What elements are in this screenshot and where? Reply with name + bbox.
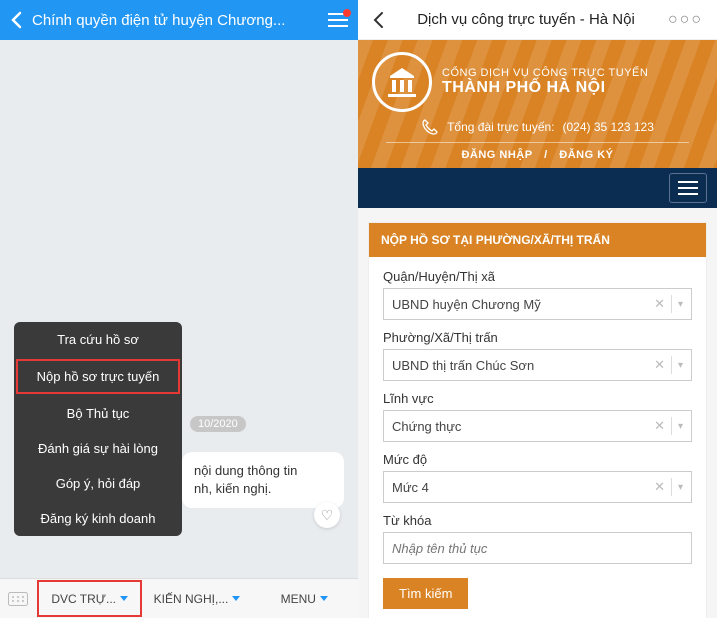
ward-value: UBND thị trấn Chúc Sơn [392,358,534,373]
city-logo-icon [372,52,432,112]
message-line-1: nội dung thông tin [194,463,297,478]
phone-icon [421,118,439,136]
level-select[interactable]: Mức 4 ✕ ▾ [383,471,692,503]
banner-subtitle: CỔNG DỊCH VỤ CÔNG TRỰC TUYẾN [442,67,703,79]
back-icon[interactable] [10,11,22,29]
tab-menu[interactable]: MENU [251,579,358,618]
level-label: Mức độ [383,452,692,467]
page-header: Dịch vụ công trực tuyến - Hà Nội ○○○ [358,0,717,40]
menu-item-nop-ho-so[interactable]: Nộp hồ sơ trực tuyến [16,359,180,394]
popup-menu: Tra cứu hồ sơ Nộp hồ sơ trực tuyến Bộ Th… [14,322,182,536]
field-value: Chứng thực [392,419,461,434]
level-value: Mức 4 [392,480,429,495]
district-select[interactable]: UBND huyện Chương Mỹ ✕ ▾ [383,288,692,320]
tab-dvc-truc-tuyen[interactable]: DVC TRỰ... [36,579,143,618]
banner: CỔNG DỊCH VỤ CÔNG TRỰC TUYẾN THÀNH PHỐ H… [358,40,717,168]
field-label: Lĩnh vực [383,391,692,406]
keyboard-icon[interactable] [0,592,36,606]
chevron-down-icon: ▾ [672,421,683,432]
hotline-number: (024) 35 123 123 [563,120,654,134]
chevron-down-icon [232,596,240,601]
register-link[interactable]: ĐĂNG KÝ [559,149,613,161]
tab-label: KIẾN NGHỊ,... [154,592,229,606]
left-panel: Chính quyền điện tử huyện Chương... 10/2… [0,0,358,618]
right-panel: Dịch vụ công trực tuyến - Hà Nội ○○○ CỔN… [358,0,717,618]
menu-item-gop-y[interactable]: Góp ý, hỏi đáp [14,466,182,501]
clear-icon[interactable]: ✕ [648,357,671,373]
clear-icon[interactable]: ✕ [648,296,671,312]
chevron-down-icon: ▾ [672,299,683,310]
ward-label: Phường/Xã/Thị trấn [383,330,692,345]
hotline-label: Tổng đài trực tuyến: [447,120,554,134]
chat-title: Chính quyền điện tử huyện Chương... [32,12,328,29]
header-menu-icon[interactable] [328,12,348,28]
heart-icon[interactable]: ♡ [314,502,340,528]
menu-item-danh-gia[interactable]: Đánh giá sự hài lòng [14,431,182,466]
back-icon[interactable] [372,11,384,29]
chat-area: 10/2020 nội dung thông tin nh, kiến nghị… [0,40,358,578]
chevron-down-icon: ▾ [672,360,683,371]
tab-kien-nghi[interactable]: KIẾN NGHỊ,... [143,579,250,618]
bottom-tab-bar: DVC TRỰ... KIẾN NGHỊ,... MENU [0,578,358,618]
more-icon[interactable]: ○○○ [668,11,703,29]
tab-label: MENU [281,592,316,606]
chevron-down-icon: ▾ [672,482,683,493]
clear-icon[interactable]: ✕ [648,479,671,495]
notification-badge [343,9,351,17]
message-line-2: nh, kiến nghị. [194,481,271,496]
message-bubble: nội dung thông tin nh, kiến nghị. [182,452,344,508]
chevron-down-icon [120,596,128,601]
form-card: NỘP HỒ SƠ TẠI PHƯỜNG/XÃ/THỊ TRẤN Quận/Hu… [368,222,707,618]
search-button[interactable]: Tìm kiếm [383,578,468,609]
ward-select[interactable]: UBND thị trấn Chúc Sơn ✕ ▾ [383,349,692,381]
hamburger-icon[interactable] [669,173,707,203]
date-chip: 10/2020 [190,416,246,432]
clear-icon[interactable]: ✕ [648,418,671,434]
link-separator: / [544,149,548,161]
field-select[interactable]: Chứng thực ✕ ▾ [383,410,692,442]
menu-item-dang-ky-kd[interactable]: Đăng ký kinh doanh [14,501,182,536]
keyword-input[interactable] [383,532,692,564]
banner-title: THÀNH PHỐ HÀ NỘI [442,79,703,97]
district-label: Quận/Huyện/Thị xã [383,269,692,284]
chevron-down-icon [320,596,328,601]
chat-header: Chính quyền điện tử huyện Chương... [0,0,358,40]
district-value: UBND huyện Chương Mỹ [392,297,541,312]
login-link[interactable]: ĐĂNG NHẬP [461,149,532,161]
tab-label: DVC TRỰ... [51,592,116,606]
nav-bar [358,168,717,208]
keyword-label: Từ khóa [383,513,692,528]
card-title: NỘP HỒ SƠ TẠI PHƯỜNG/XÃ/THỊ TRẤN [369,223,706,257]
page-title: Dịch vụ công trực tuyến - Hà Nội [384,11,668,28]
form-area: NỘP HỒ SƠ TẠI PHƯỜNG/XÃ/THỊ TRẤN Quận/Hu… [358,208,717,618]
menu-item-tra-cuu[interactable]: Tra cứu hồ sơ [14,322,182,357]
menu-item-bo-thu-tuc[interactable]: Bộ Thủ tục [14,396,182,431]
